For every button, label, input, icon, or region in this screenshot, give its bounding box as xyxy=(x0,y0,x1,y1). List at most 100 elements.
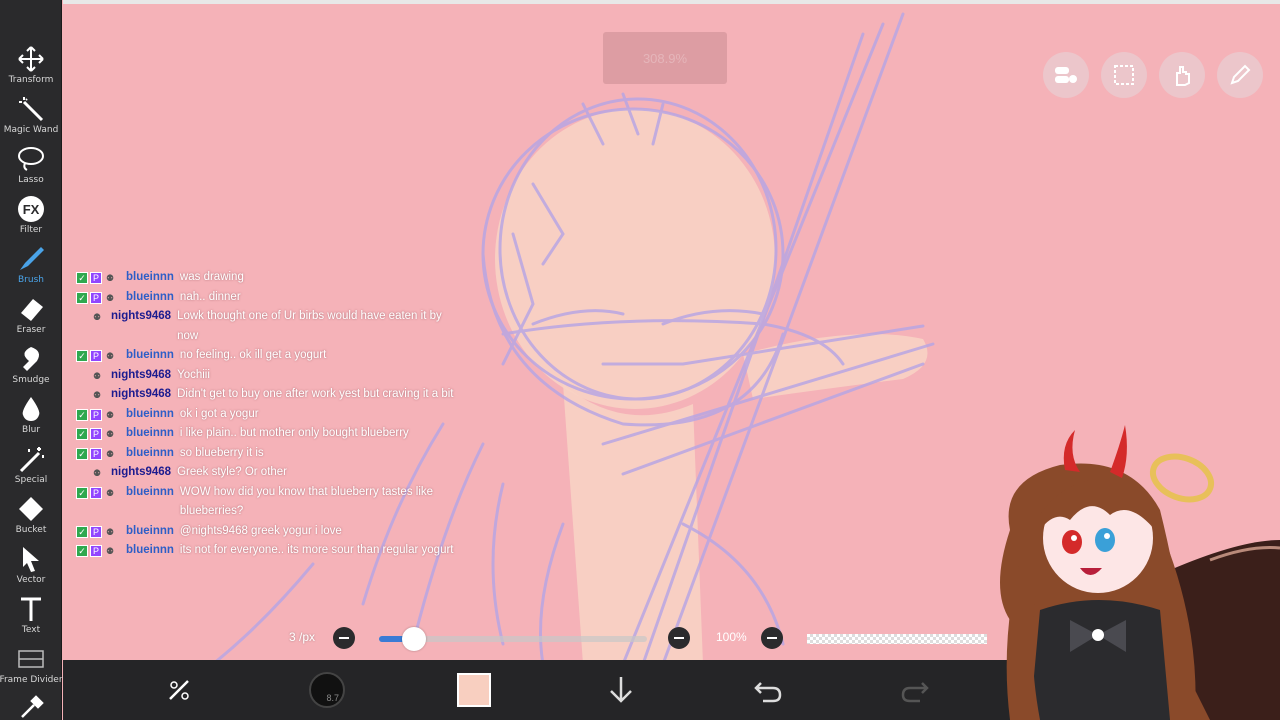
tool-label: Vector xyxy=(16,575,46,585)
chat-message: ✓ P ⚉ blueinnn so blueberry it is xyxy=(76,444,456,464)
tool-special[interactable]: Special xyxy=(0,444,62,494)
toggle-button[interactable] xyxy=(1043,52,1089,98)
chat-badges: ✓ P ⚉ xyxy=(76,346,126,366)
chat-message: ✓ P ⚉ blueinnn @nights9468 greek yogur i lov… xyxy=(76,522,456,542)
prime-badge-icon: P xyxy=(90,447,102,460)
tool-label: Lasso xyxy=(18,175,44,185)
chat-badges: ✓ P ⚉ xyxy=(76,268,126,288)
subscriber-badge-icon: ⚉ xyxy=(105,351,115,361)
tool-label: Blur xyxy=(21,425,41,435)
subscriber-badge-icon: ⚉ xyxy=(92,390,102,400)
tool-label: Magic Wand xyxy=(3,125,59,135)
chat-text: was drawing xyxy=(179,271,244,283)
chat-message: ✓ P ⚉ blueinnn no feeling.. ok ill get a yog… xyxy=(76,346,456,366)
stabilizer-button[interactable] xyxy=(157,668,201,712)
moderator-badge-icon: ✓ xyxy=(76,545,88,557)
chat-message: ✓ P ⚉ blueinnn was drawing xyxy=(76,268,456,288)
tool-smudge[interactable]: Smudge xyxy=(0,344,62,394)
subscriber-badge-icon: ⚉ xyxy=(105,448,115,459)
chat-text: ok i got a yogur xyxy=(179,407,259,420)
chat-message: ⚉ nights9468 Didn't get to buy one after w… xyxy=(76,385,456,405)
subscriber-badge-icon: ⚉ xyxy=(105,273,115,283)
redo-button[interactable] xyxy=(893,668,937,712)
chat-username[interactable]: blueinnn xyxy=(126,405,174,425)
chat-username[interactable]: blueinnn xyxy=(126,268,174,288)
moderator-badge-icon: ✓ xyxy=(76,408,88,421)
chat-username[interactable]: blueinnn xyxy=(126,522,174,542)
chat-username[interactable]: nights9468 xyxy=(111,463,171,483)
chat-badges: ⚉ xyxy=(76,385,111,405)
tool-eraser[interactable]: Eraser xyxy=(0,294,62,344)
subscriber-badge-icon: ⚉ xyxy=(105,429,115,439)
tool-frame-divider[interactable]: Frame Divider xyxy=(0,644,63,694)
subscriber-badge-icon: ⚉ xyxy=(105,487,115,498)
chat-username[interactable]: nights9468 xyxy=(111,366,171,386)
fx-icon: FX xyxy=(18,196,44,222)
prime-badge-icon: P xyxy=(90,525,102,538)
chat-username[interactable]: blueinnn xyxy=(126,444,174,464)
tool-sidebar: Transform Magic Wand Lasso FX Filter Bru… xyxy=(0,0,63,720)
tool-label: Smudge xyxy=(12,375,50,385)
chat-message: ⚉ nights9468 Yochiii xyxy=(76,366,456,386)
prime-badge-icon: P xyxy=(90,272,102,284)
tool-label: Brush xyxy=(18,275,44,285)
color-button[interactable] xyxy=(452,668,496,712)
pencil-button[interactable] xyxy=(1217,52,1263,98)
chat-text: Greek style? Or other xyxy=(177,466,288,478)
bucket-icon xyxy=(19,497,43,521)
app-window: 308.9% Transform Magic Wand Lasso FX Fil… xyxy=(0,0,1280,720)
tool-label: Transform xyxy=(8,75,54,85)
tool-label: Frame Divider xyxy=(0,675,63,685)
chat-username[interactable]: blueinnn xyxy=(126,541,174,561)
size-increase-button[interactable] xyxy=(668,627,690,649)
chat-message: ✓ P ⚉ blueinnn nah.. dinner xyxy=(76,288,456,308)
tool-label: Filter xyxy=(19,225,43,235)
chat-username[interactable]: blueinnn xyxy=(126,483,174,522)
tool-bucket[interactable]: Bucket xyxy=(0,494,62,544)
brush-size-button[interactable]: 8.7 xyxy=(305,668,349,712)
chat-username[interactable]: nights9468 xyxy=(111,385,171,405)
brush-icon xyxy=(20,247,44,270)
chat-username[interactable]: nights9468 xyxy=(111,307,171,346)
chat-message: ✓ P ⚉ blueinnn its not for everyone.. its mo… xyxy=(76,541,456,561)
eraser-icon xyxy=(21,299,43,321)
tool-eyedropper[interactable] xyxy=(0,692,62,720)
tool-vector[interactable]: Vector xyxy=(0,544,62,594)
moderator-badge-icon: ✓ xyxy=(76,291,88,304)
svg-text:FX: FX xyxy=(23,202,40,217)
moderator-badge-icon: ✓ xyxy=(76,447,88,460)
lasso-icon xyxy=(18,147,44,171)
slider-knob[interactable] xyxy=(401,627,426,651)
tool-blur[interactable]: Blur xyxy=(0,394,62,444)
chat-text: so blueberry it is xyxy=(179,446,264,459)
opacity-decrease-button[interactable] xyxy=(761,627,783,649)
blur-drop-icon xyxy=(22,397,40,421)
undo-button[interactable] xyxy=(746,668,790,712)
chat-badges: ✓ P ⚉ xyxy=(76,522,126,542)
brush-preview: 8.7 xyxy=(309,672,345,708)
prime-badge-icon: P xyxy=(90,408,102,421)
tool-filter[interactable]: FX Filter xyxy=(0,194,62,244)
chat-username[interactable]: blueinnn xyxy=(126,288,174,308)
tool-text[interactable]: Text xyxy=(0,594,62,644)
opacity-slider[interactable] xyxy=(807,634,987,644)
subscriber-badge-icon: ⚉ xyxy=(105,526,115,537)
chat-username[interactable]: blueinnn xyxy=(126,346,174,366)
brush-size-value: 8.7 xyxy=(326,693,339,703)
layer-down-button[interactable] xyxy=(599,668,643,712)
pencil-icon xyxy=(1230,64,1251,85)
size-decrease-button[interactable] xyxy=(333,627,355,649)
tool-brush[interactable]: Brush xyxy=(0,244,62,294)
hand-button[interactable] xyxy=(1159,52,1205,98)
tool-lasso[interactable]: Lasso xyxy=(0,144,62,194)
chat-text: @nights9468 greek yogur i love xyxy=(179,524,342,537)
tool-label: Text xyxy=(21,625,41,635)
tool-transform[interactable]: Transform xyxy=(0,44,62,94)
chat-username[interactable]: blueinnn xyxy=(126,424,174,444)
zoom-indicator: 308.9% xyxy=(603,32,727,84)
tool-magic-wand[interactable]: Magic Wand xyxy=(0,94,62,144)
chat-text: i like plain.. but mother only bought bl… xyxy=(179,427,409,439)
move-icon xyxy=(18,46,44,72)
subscriber-badge-icon: ⚉ xyxy=(92,370,102,381)
selection-button[interactable] xyxy=(1101,52,1147,98)
